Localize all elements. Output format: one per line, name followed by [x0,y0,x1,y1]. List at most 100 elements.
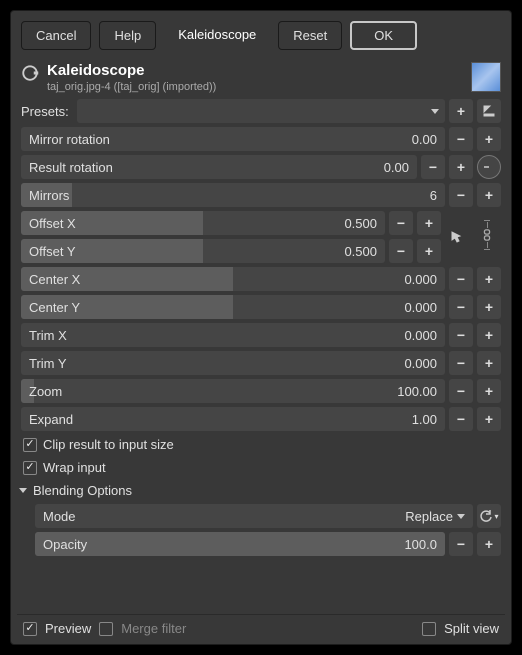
center-x-row: Center X 0.000 [17,265,505,293]
offset-x-slider[interactable]: Offset X 0.500 [21,211,385,235]
trim-y-value: 0.000 [404,356,437,371]
result-rotation-increase[interactable] [449,155,473,179]
dialog-footer: Preview Merge filter Split view [17,614,505,638]
dialog-header: Kaleidoscope taj_orig.jpg-4 ([taj_orig] … [17,54,505,97]
wrap-checkbox[interactable] [23,461,37,475]
rotation-dial[interactable] [477,155,501,179]
preset-manage-button[interactable] [477,99,501,123]
blend-mode-select[interactable]: Mode Replace [35,504,473,528]
blend-mode-value: Replace [405,509,453,524]
trim-x-value: 0.000 [404,328,437,343]
mirrors-row: Mirrors 6 [17,181,505,209]
center-x-slider[interactable]: Center X 0.000 [21,267,445,291]
mirror-rotation-value: 0.00 [412,132,437,147]
blending-options-header[interactable]: Blending Options [17,479,505,502]
mirror-rotation-decrease[interactable] [449,127,473,151]
mirrors-label: Mirrors [29,188,69,203]
result-rotation-label: Result rotation [29,160,113,175]
offset-x-label: Offset X [29,216,76,231]
mirror-rotation-slider[interactable]: Mirror rotation 0.00 [21,127,445,151]
mirrors-slider[interactable]: Mirrors 6 [21,183,445,207]
trim-x-row: Trim X 0.000 [17,321,505,349]
expand-decrease[interactable] [449,407,473,431]
help-button[interactable]: Help [99,21,156,50]
center-y-increase[interactable] [477,295,501,319]
offset-y-increase[interactable] [417,239,441,263]
wrap-label: Wrap input [43,460,106,475]
preview-label: Preview [45,621,91,636]
center-y-row: Center Y 0.000 [17,293,505,321]
expand-slider[interactable]: Expand 1.00 [21,407,445,431]
zoom-row: Zoom 100.00 [17,377,505,405]
result-rotation-value: 0.00 [384,160,409,175]
trim-y-label: Trim Y [29,356,67,371]
offset-x-row: Offset X 0.500 [21,209,441,237]
expand-row: Expand 1.00 [17,405,505,433]
opacity-increase[interactable] [477,532,501,556]
center-y-decrease[interactable] [449,295,473,319]
preview-checkbox[interactable] [23,622,37,636]
filter-subtitle: taj_orig.jpg-4 ([taj_orig] (imported)) [47,81,463,93]
center-x-value: 0.000 [404,272,437,287]
trim-x-label: Trim X [29,328,67,343]
mirrors-decrease[interactable] [449,183,473,207]
expand-value: 1.00 [412,412,437,427]
center-y-value: 0.000 [404,300,437,315]
clip-label: Clip result to input size [43,437,174,452]
blend-mode-label: Mode [43,509,76,524]
blend-mode-reset[interactable]: ▾ [477,504,501,528]
trim-y-decrease[interactable] [449,351,473,375]
offset-x-decrease[interactable] [389,211,413,235]
offset-pick-button[interactable] [445,211,469,263]
filter-tab[interactable]: Kaleidoscope [164,21,270,50]
filter-dialog: Cancel Help Kaleidoscope Reset OK Kaleid… [10,10,512,645]
preset-add-button[interactable] [449,99,473,123]
trim-x-increase[interactable] [477,323,501,347]
mirrors-increase[interactable] [477,183,501,207]
result-rotation-decrease[interactable] [421,155,445,179]
ok-button[interactable]: OK [350,21,417,50]
expand-label: Expand [29,412,73,427]
offset-y-value: 0.500 [344,244,377,259]
clip-checkbox-row: Clip result to input size [17,433,505,456]
preview-thumbnail[interactable] [471,62,501,92]
offset-link-toggle[interactable] [473,209,501,261]
offset-x-value: 0.500 [344,216,377,231]
zoom-slider[interactable]: Zoom 100.00 [21,379,445,403]
filter-title: Kaleidoscope [47,62,463,79]
offset-x-increase[interactable] [417,211,441,235]
zoom-decrease[interactable] [449,379,473,403]
presets-dropdown[interactable] [77,99,445,123]
mirrors-value: 6 [430,188,437,203]
trim-x-slider[interactable]: Trim X 0.000 [21,323,445,347]
clip-checkbox[interactable] [23,438,37,452]
opacity-slider[interactable]: Opacity 100.0 [35,532,445,556]
reset-button[interactable]: Reset [278,21,342,50]
split-view-label: Split view [444,621,499,636]
mirror-rotation-increase[interactable] [477,127,501,151]
center-x-increase[interactable] [477,267,501,291]
opacity-row: Opacity 100.0 [31,530,505,558]
header-text: Kaleidoscope taj_orig.jpg-4 ([taj_orig] … [47,62,463,93]
zoom-increase[interactable] [477,379,501,403]
trim-y-row: Trim Y 0.000 [17,349,505,377]
cancel-button[interactable]: Cancel [21,21,91,50]
opacity-label: Opacity [43,537,87,552]
mirror-rotation-label: Mirror rotation [29,132,110,147]
zoom-label: Zoom [29,384,62,399]
trim-y-increase[interactable] [477,351,501,375]
expand-increase[interactable] [477,407,501,431]
trim-x-decrease[interactable] [449,323,473,347]
center-x-decrease[interactable] [449,267,473,291]
wrap-checkbox-row: Wrap input [17,456,505,479]
dialog-buttons: Cancel Help Kaleidoscope Reset OK [17,17,505,54]
merge-filter-checkbox[interactable] [99,622,113,636]
trim-y-slider[interactable]: Trim Y 0.000 [21,351,445,375]
offset-y-slider[interactable]: Offset Y 0.500 [21,239,385,263]
center-y-slider[interactable]: Center Y 0.000 [21,295,445,319]
zoom-value: 100.00 [397,384,437,399]
opacity-decrease[interactable] [449,532,473,556]
offset-y-decrease[interactable] [389,239,413,263]
result-rotation-slider[interactable]: Result rotation 0.00 [21,155,417,179]
split-view-checkbox[interactable] [422,622,436,636]
